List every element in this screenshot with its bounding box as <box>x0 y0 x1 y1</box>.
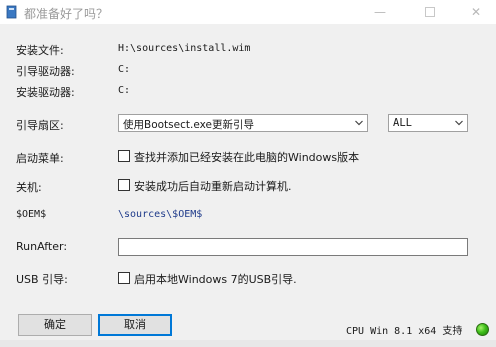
maximize-icon <box>425 7 435 17</box>
install-file-value: H:\sources\install.wim <box>118 43 251 54</box>
shutdown-checkbox[interactable] <box>118 179 130 191</box>
shutdown-checkbox-label: 安装成功后自动重新启动计算机. <box>134 180 292 193</box>
maximize-button[interactable] <box>416 3 444 21</box>
title-bar: 都准备好了吗？ — ✕ <box>0 0 496 24</box>
window-title: 都准备好了吗？ <box>24 7 109 21</box>
runafter-label: RunAfter: <box>16 240 68 253</box>
usb-boot-checkbox-label: 启用本地Windows 7的USB引导. <box>134 273 297 286</box>
usb-boot-label: USB 引导: <box>16 273 68 286</box>
bottom-edge <box>0 340 496 347</box>
cancel-button[interactable]: 取消 <box>98 314 172 336</box>
runafter-input[interactable] <box>118 238 468 256</box>
boot-drive-label: 引导驱动器: <box>16 65 75 78</box>
oem-path-value: \sources\$OEM$ <box>118 209 203 220</box>
cpu-support-status: CPU Win 8.1 x64 支持 <box>346 326 463 337</box>
boot-menu-label: 启动菜单: <box>16 152 64 165</box>
install-drive-value: C: <box>118 85 131 96</box>
shutdown-label: 关机: <box>16 181 42 194</box>
ok-button[interactable]: 确定 <box>18 314 92 336</box>
boot-menu-checkbox-label: 查找并添加已经安装在此电脑的Windows版本 <box>134 151 360 164</box>
install-file-label: 安装文件: <box>16 44 64 57</box>
boot-target-select[interactable]: ALL <box>388 114 468 132</box>
close-button[interactable]: ✕ <box>462 3 490 21</box>
boot-sector-select[interactable]: 使用Bootsect.exe更新引导 <box>118 114 368 132</box>
status-light-icon <box>476 323 489 336</box>
boot-drive-value: C: <box>118 64 131 75</box>
chevron-down-icon <box>355 120 363 126</box>
minimize-button[interactable]: — <box>366 3 394 21</box>
install-drive-label: 安装驱动器: <box>16 86 75 99</box>
boot-target-selected: ALL <box>393 117 412 129</box>
boot-sector-label: 引导扇区: <box>16 119 64 132</box>
app-icon <box>6 5 17 19</box>
boot-sector-selected: 使用Bootsect.exe更新引导 <box>123 119 254 131</box>
boot-menu-checkbox[interactable] <box>118 150 130 162</box>
chevron-down-icon <box>455 120 463 126</box>
oem-label: $OEM$ <box>16 209 47 220</box>
usb-boot-checkbox[interactable] <box>118 272 130 284</box>
